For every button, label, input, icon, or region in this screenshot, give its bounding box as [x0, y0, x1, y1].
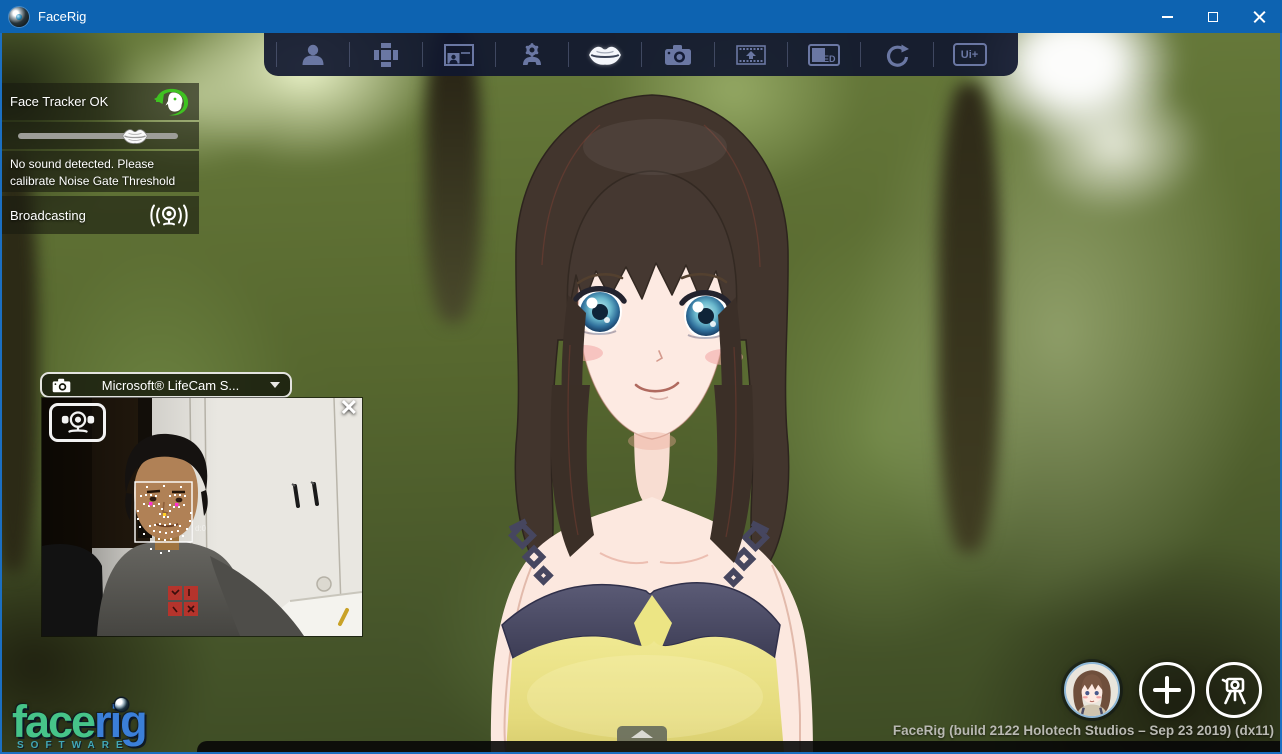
facerig-window: FaceRig ED Ui+ Face Tracker OK No sound … [0, 0, 1282, 754]
collapsed-bottom-bar [197, 741, 1280, 752]
ui-advanced-icon: Ui+ [952, 43, 987, 66]
environments-icon [373, 42, 398, 67]
current-avatar-thumbnail[interactable] [1064, 662, 1120, 718]
lipsync-slider-handle[interactable] [122, 123, 148, 149]
noise-gate-message-panel: No sound detected. Please calibrate Nois… [2, 151, 199, 192]
close-button[interactable] [1236, 0, 1282, 33]
record-video-icon [735, 44, 766, 65]
minimize-button[interactable] [1144, 0, 1190, 33]
webcam-device-dropdown[interactable]: Microsoft® LifeCam S... [40, 372, 292, 398]
logo-eye-icon [115, 698, 128, 711]
editor-screen-icon: ED [807, 43, 840, 66]
webcam-dropdown-camera-icon [52, 378, 71, 392]
avatar-character [490, 94, 813, 752]
broadcasting-label: Broadcasting [10, 207, 86, 223]
toolbar-environments-button[interactable] [349, 33, 422, 76]
editor-badge: ED [822, 53, 836, 64]
toolbar-avatar-behavior-button[interactable] [495, 33, 568, 76]
close-icon [1253, 10, 1266, 23]
toolbar-reset-tracking-button[interactable] [860, 33, 933, 76]
window-title: FaceRig [38, 9, 87, 24]
quick-scene-camera-button[interactable] [1206, 662, 1262, 718]
app-logo-icon [9, 6, 29, 27]
reset-refresh-icon [886, 44, 909, 67]
webcam-device-label: Microsoft® LifeCam S... [101, 377, 240, 393]
plus-icon [1153, 676, 1181, 704]
build-info: FaceRig (build 2122 Holotech Studios – S… [892, 723, 1274, 738]
chevron-up-icon [631, 729, 653, 738]
expand-bottom-panel-tab[interactable] [617, 726, 667, 741]
stage: ED Ui+ Face Tracker OK No sound detected… [0, 33, 1282, 754]
toolbar-ui-advanced-button[interactable]: Ui+ [933, 33, 1006, 76]
lips-handle-icon [122, 128, 148, 144]
webcam-icon [61, 411, 94, 433]
add-avatar-button[interactable] [1139, 662, 1195, 718]
maximize-button[interactable] [1190, 0, 1236, 33]
main-toolbar: ED Ui+ [264, 33, 1018, 76]
avatar-behavior-icon [522, 42, 541, 65]
tracking-debug-text: d:0 [195, 524, 207, 533]
face-tracker-panel: Face Tracker OK [2, 83, 199, 120]
snapshot-camera-icon [664, 44, 691, 65]
chevron-down-icon [270, 382, 280, 388]
minimize-icon [1161, 15, 1173, 18]
face-tracker-ok-icon [154, 88, 189, 115]
toolbar-lipsync-button[interactable] [568, 33, 641, 76]
lipsync-icon [588, 46, 621, 65]
window-controls [1144, 0, 1282, 33]
lipsync-slider-track[interactable] [18, 128, 178, 144]
webcam-toggle-button[interactable] [49, 403, 106, 442]
toolbar-editor-button[interactable]: ED [787, 33, 860, 76]
toolbar-avatars-button[interactable] [276, 33, 349, 76]
maximize-icon [1208, 11, 1218, 22]
webcam-close-button[interactable]: ✕ [340, 397, 358, 419]
pip-view-icon [443, 43, 474, 66]
face-tracker-status: Face Tracker OK [10, 94, 109, 109]
webcam-preview: d:0 ✕ [42, 397, 363, 637]
noise-message-line2: calibrate Noise Gate Threshold [10, 173, 176, 188]
logo-text-face: face [12, 696, 96, 747]
lipsync-sensitivity-panel [2, 122, 199, 149]
facerig-logo: facerig SOFTWARE [12, 696, 212, 751]
avatar-thumbnail-image [1066, 664, 1118, 716]
broadcasting-panel: Broadcasting [2, 196, 199, 234]
noise-message-line1: No sound detected. Please [10, 157, 155, 171]
toolbar-record-video-button[interactable] [714, 33, 787, 76]
titlebar: FaceRig [0, 0, 1282, 33]
toolbar-pip-view-button[interactable] [422, 33, 495, 76]
avatars-icon [302, 44, 323, 65]
toolbar-snapshot-button[interactable] [641, 33, 714, 76]
tree-trunk [938, 83, 1000, 553]
broadcasting-icon[interactable] [149, 202, 189, 229]
camera-tripod-icon [1221, 677, 1246, 705]
